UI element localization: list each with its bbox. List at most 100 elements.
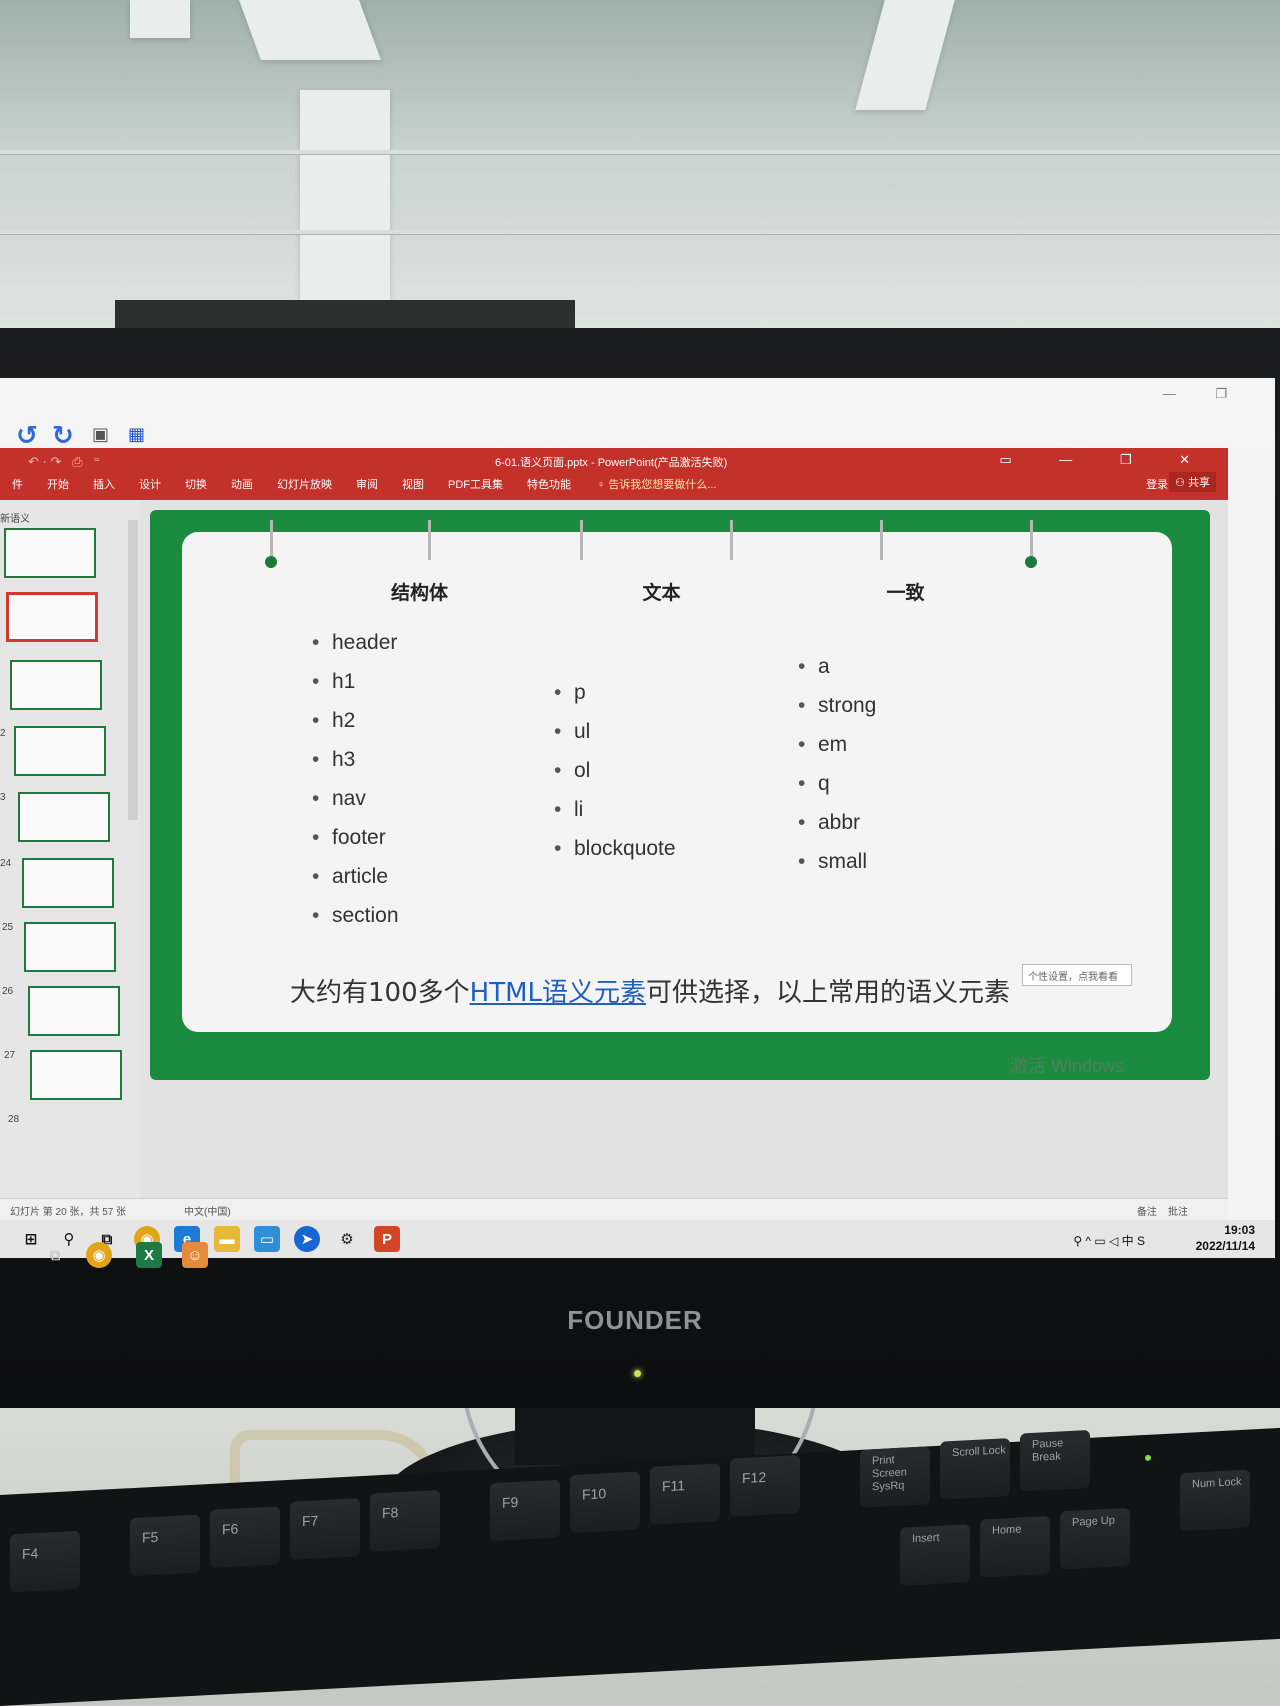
- secondary-taskbar: ⧉ ◉ X ☺: [0, 1236, 260, 1276]
- slide-thumbnail[interactable]: [4, 528, 96, 578]
- powerpoint-icon[interactable]: P: [374, 1226, 400, 1252]
- ceiling-beam: [239, 0, 381, 60]
- notes-button[interactable]: 备注: [1137, 1207, 1157, 1218]
- camera-icon[interactable]: ▣: [92, 424, 109, 445]
- key-f10[interactable]: F10: [570, 1471, 640, 1534]
- slide-caption: 大约有100多个HTML语义元素可供选择，以上常用的语义元素: [290, 972, 1010, 1009]
- tab-view[interactable]: 视图: [390, 476, 436, 492]
- pin-dot: [1025, 556, 1037, 568]
- outer-window-titlebar: — ❐ ↺ ↻ ▣ ▦: [0, 378, 1275, 451]
- key-f9[interactable]: F9: [490, 1479, 560, 1542]
- screen: — ❐ ↺ ↻ ▣ ▦ ↶ · ↷ ⎙ ⁼ 6-01.语义页面.pptx - P…: [0, 378, 1275, 1258]
- slide-thumbnail[interactable]: [18, 792, 110, 842]
- tab-transitions[interactable]: 切换: [173, 476, 219, 492]
- outer-window-controls[interactable]: — ❐: [1163, 386, 1245, 402]
- tell-me-label: 告诉我您想要做什么...: [608, 479, 717, 491]
- key-f6[interactable]: F6: [210, 1506, 280, 1568]
- tray-icons[interactable]: ⚲ ^ ▭ ◁ 中 S: [1073, 1232, 1145, 1249]
- tab-review[interactable]: 审阅: [344, 476, 390, 492]
- ime-indicator[interactable]: 中: [1122, 1234, 1134, 1248]
- redo-icon[interactable]: ↻: [52, 420, 74, 451]
- clock-time[interactable]: 19:03: [1196, 1222, 1255, 1238]
- tell-me-search[interactable]: ♀ 告诉我您想要做什么...: [583, 476, 728, 492]
- list-item: q: [788, 764, 1023, 803]
- language-indicator[interactable]: 中文(中国): [184, 1203, 231, 1218]
- app-icon[interactable]: ➤: [294, 1226, 320, 1252]
- key-f5[interactable]: F5: [130, 1514, 200, 1577]
- key-insert[interactable]: Insert: [900, 1524, 970, 1586]
- slide-thumbnail-active[interactable]: [6, 592, 98, 642]
- pin-line: [580, 520, 583, 560]
- list-item: h1: [302, 662, 537, 701]
- ceiling: [0, 0, 1280, 340]
- column-heading: 文本: [642, 582, 681, 604]
- column-heading: 一致: [886, 582, 925, 604]
- ceiling-column: [300, 90, 390, 300]
- slide-thumbnail[interactable]: [22, 858, 114, 908]
- slide-thumbnail[interactable]: [30, 1050, 122, 1100]
- slide-editor[interactable]: 结构体 header h1 h2 h3 nav footer article s…: [140, 500, 1228, 1198]
- system-tray: ⚲ ^ ▭ ◁ 中 S 19:03 2022/11/14: [1073, 1222, 1255, 1254]
- list-item: footer: [302, 818, 537, 857]
- pin-dot: [265, 556, 277, 568]
- comments-button[interactable]: 批注: [1168, 1207, 1188, 1218]
- task-view-icon[interactable]: ⧉: [42, 1242, 68, 1268]
- share-button[interactable]: ⚇ 共享: [1169, 472, 1216, 492]
- status-right: 备注 批注: [1137, 1203, 1188, 1218]
- list-item: h2: [302, 701, 537, 740]
- thumbnails-scrollbar[interactable]: [128, 520, 138, 820]
- caption-link[interactable]: HTML语义元素: [470, 978, 646, 1008]
- screen-record-icon[interactable]: ▦: [128, 424, 145, 445]
- tab-animations[interactable]: 动画: [219, 476, 265, 492]
- tab-insert[interactable]: 插入: [81, 476, 127, 492]
- list-item: a: [788, 647, 1023, 686]
- key-f11[interactable]: F11: [650, 1463, 720, 1525]
- ime-popup[interactable]: 个性设置，点我看看: [1022, 964, 1132, 986]
- key-f12[interactable]: F12: [730, 1455, 800, 1517]
- tab-home[interactable]: 开始: [35, 476, 81, 492]
- pin-line: [270, 520, 273, 560]
- keyboard-led: [1145, 1454, 1151, 1461]
- chrome-icon[interactable]: ◉: [86, 1242, 112, 1268]
- settings-gear-icon[interactable]: ⚙: [334, 1226, 360, 1252]
- tab-slideshow[interactable]: 幻灯片放映: [265, 476, 344, 492]
- tab-design[interactable]: 设计: [127, 476, 173, 492]
- list-item: ol: [544, 751, 779, 790]
- key-home[interactable]: Home: [980, 1515, 1050, 1578]
- slide-thumbnails-pane: 新语义 2 3 24 25 26 27 28: [0, 500, 140, 1198]
- column-text: 文本 p ul ol li blockquote: [544, 572, 779, 868]
- window-controls[interactable]: ▭ — ❐ ✕: [999, 452, 1212, 468]
- list-item: article: [302, 857, 537, 896]
- key-f7[interactable]: F7: [290, 1498, 360, 1560]
- key-print-screen[interactable]: Print Screen SysRq: [860, 1446, 930, 1508]
- tab-features[interactable]: 特色功能: [515, 476, 583, 492]
- list-item: h3: [302, 740, 537, 779]
- ceiling-beam: [855, 0, 955, 110]
- slide-number: 27: [4, 1050, 16, 1061]
- slide-counter: 幻灯片 第 20 张，共 57 张: [10, 1207, 127, 1218]
- excel-icon[interactable]: X: [136, 1242, 162, 1268]
- app-icon[interactable]: ☺: [182, 1242, 208, 1268]
- key-pause-break[interactable]: Pause Break: [1020, 1429, 1090, 1492]
- slide-thumbnail[interactable]: [14, 726, 106, 776]
- undo-icon[interactable]: ↺: [16, 420, 38, 451]
- tab-pdf-tools[interactable]: PDF工具集: [436, 476, 515, 492]
- key-num-lock[interactable]: Num Lock: [1180, 1469, 1250, 1532]
- pin-line: [880, 520, 883, 560]
- key-scroll-lock[interactable]: Scroll Lock: [940, 1438, 1010, 1500]
- signin-link[interactable]: 登录: [1146, 476, 1168, 492]
- pin-line: [1030, 520, 1033, 560]
- slide-thumbnail[interactable]: [10, 660, 102, 710]
- key-f8[interactable]: F8: [370, 1489, 440, 1552]
- caption-text: 大约有100多个: [290, 978, 470, 1008]
- share-label: 共享: [1188, 477, 1210, 489]
- slide-thumbnail[interactable]: [24, 922, 116, 972]
- tab-file[interactable]: 件: [0, 476, 35, 492]
- slide-thumbnail[interactable]: [28, 986, 120, 1036]
- quick-access-undo-icon[interactable]: ↶ · ↷ ⎙ ⁼: [28, 454, 100, 470]
- clock-date[interactable]: 2022/11/14: [1196, 1238, 1255, 1254]
- slide-number: 24: [0, 858, 12, 869]
- key-f4[interactable]: F4: [10, 1530, 80, 1593]
- key-page-up[interactable]: Page Up: [1060, 1507, 1130, 1570]
- document-title: 6-01.语义页面.pptx - PowerPoint(产品激活失败): [495, 457, 728, 469]
